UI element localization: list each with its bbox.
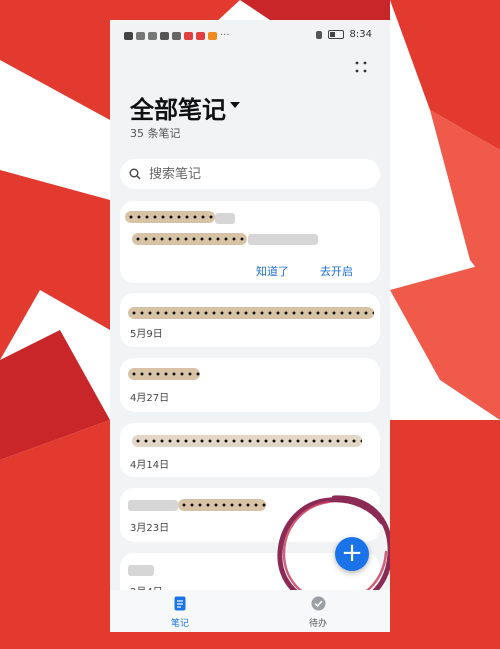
page-title: 全部笔记 <box>130 96 226 124</box>
blurred-text <box>248 234 318 245</box>
status-time: 8:34 <box>349 29 372 40</box>
blurred-text <box>128 565 154 576</box>
note-document-icon <box>174 596 186 611</box>
chevron-down-icon[interactable] <box>230 102 240 108</box>
app-notification-icon <box>208 31 217 40</box>
redacted-text <box>128 368 200 380</box>
status-icons-left: ··· <box>124 30 230 41</box>
redacted-text <box>132 233 247 245</box>
more-notifications-icon: ··· <box>220 30 230 41</box>
note-date: 4月27日 <box>130 393 170 404</box>
battery-icon <box>327 30 344 39</box>
redacted-text <box>178 499 266 511</box>
vibrate-icon <box>315 30 322 39</box>
blurred-text <box>215 213 235 224</box>
search-icon <box>129 168 141 180</box>
redacted-text <box>132 435 362 447</box>
note-date: 4月14日 <box>130 460 170 471</box>
note-card[interactable]: 3月23日 <box>120 488 380 542</box>
plus-icon: + <box>341 538 363 568</box>
bottom-tab-bar: 笔记 待办 <box>110 590 390 632</box>
blurred-text <box>128 500 178 511</box>
check-circle-icon <box>311 596 325 611</box>
redacted-text <box>125 211 215 223</box>
note-card[interactable]: 5月9日 <box>120 293 380 347</box>
know-button[interactable]: 知道了 <box>256 263 289 279</box>
wifi-icon <box>148 31 157 40</box>
tab-notes-label: 笔记 <box>170 619 189 629</box>
tab-todo-label: 待办 <box>308 619 327 629</box>
redacted-text <box>128 307 374 319</box>
add-note-button[interactable]: + <box>335 537 369 571</box>
tab-notes[interactable]: 笔记 <box>150 596 210 629</box>
scissors-icon <box>172 31 181 40</box>
note-date: 3月23日 <box>130 523 170 534</box>
phone-screen: ··· 8:34 全部笔记 35 条笔记 知道了 去开启 5月 <box>110 20 390 632</box>
status-icons-right: 8:34 <box>315 29 372 40</box>
status-bar: ··· 8:34 <box>110 20 390 50</box>
note-card[interactable]: 4月27日 <box>120 358 380 412</box>
note-card[interactable]: 4月14日 <box>120 423 380 477</box>
more-dots-icon[interactable] <box>354 60 368 74</box>
app-notification-icon <box>184 31 193 40</box>
signal-icon <box>136 31 145 40</box>
note-card[interactable]: 知道了 去开启 <box>120 201 380 283</box>
enable-button[interactable]: 去开启 <box>320 263 353 279</box>
note-count: 35 条笔记 <box>130 127 181 140</box>
search-bar[interactable] <box>120 159 380 189</box>
tab-todo[interactable]: 待办 <box>288 596 348 629</box>
wechat-icon <box>160 31 169 40</box>
search-input[interactable] <box>147 165 371 183</box>
hd-icon <box>124 31 133 40</box>
note-date: 5月9日 <box>130 329 163 340</box>
app-notification-icon <box>196 31 205 40</box>
